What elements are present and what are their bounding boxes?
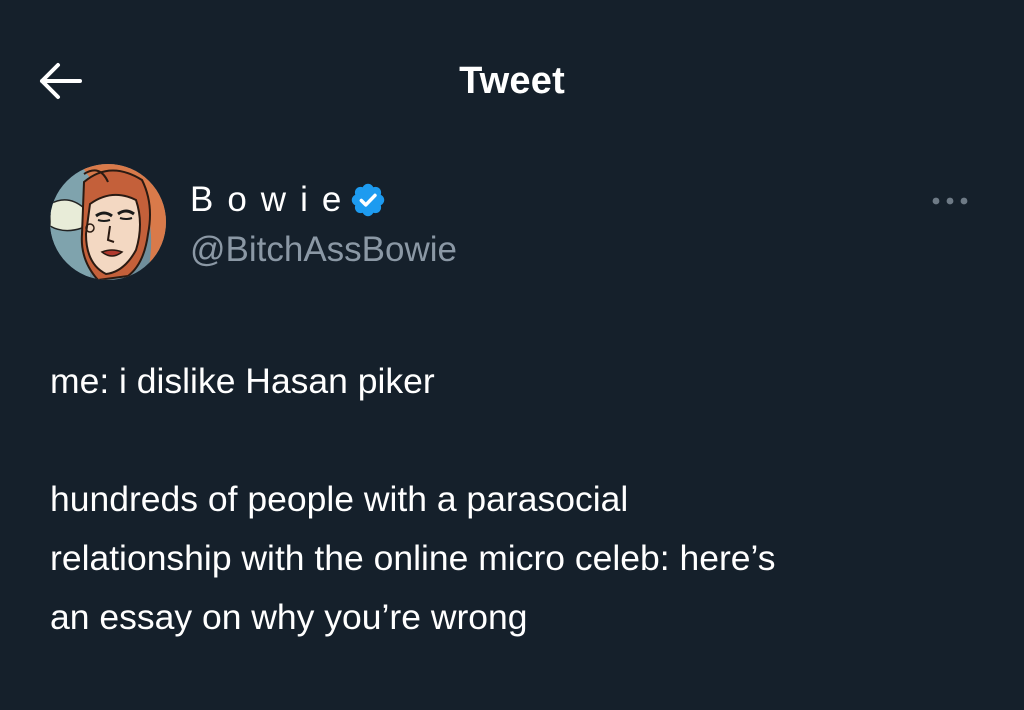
more-dots-icon	[932, 197, 968, 205]
tweet-text: me: i dislike Hasan piker hundreds of pe…	[50, 352, 990, 647]
verified-badge-icon	[349, 181, 387, 219]
top-bar: Tweet	[0, 0, 1024, 160]
avatar[interactable]	[50, 164, 166, 280]
page-title: Tweet	[459, 60, 565, 102]
avatar-image	[50, 164, 166, 280]
tweet-line: relationship with the online micro celeb…	[50, 538, 776, 578]
paragraph-break	[50, 411, 990, 470]
tweet-detail-screen: Tweet Bowie @BitchAssBowie me: i dislike…	[0, 0, 1024, 710]
more-options-button[interactable]	[928, 186, 972, 216]
tweet-line: me: i dislike Hasan piker	[50, 361, 435, 401]
tweet-line: an essay on why you’re wrong	[50, 597, 528, 637]
display-name: Bowie	[190, 180, 356, 219]
user-handle[interactable]: @BitchAssBowie	[190, 228, 457, 272]
tweet-line: hundreds of people with a parasocial	[50, 479, 629, 519]
display-name-row[interactable]: Bowie	[190, 178, 387, 222]
tweet-author: Bowie @BitchAssBowie	[50, 164, 980, 284]
